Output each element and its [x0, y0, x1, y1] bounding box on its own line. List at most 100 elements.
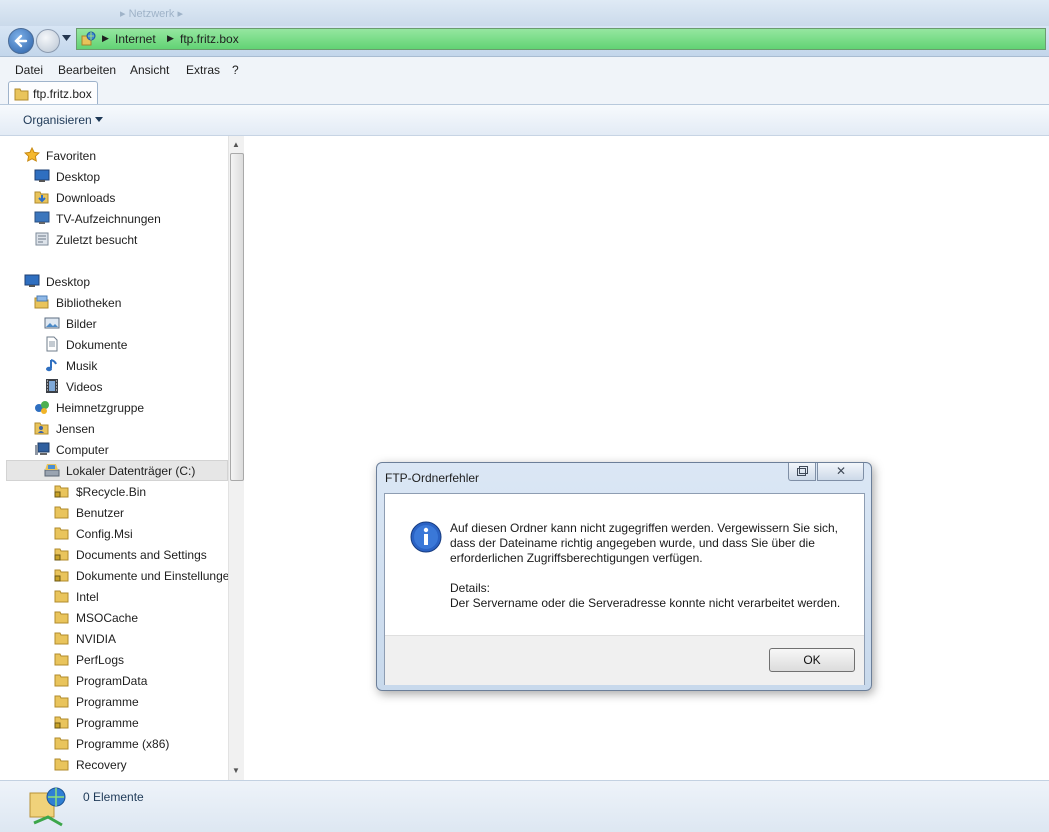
- nav-user-jensen-label: Jensen: [56, 422, 95, 436]
- nav-favorite-downloads[interactable]: Downloads: [34, 188, 224, 208]
- nav-favorite-desktop[interactable]: Desktop: [34, 167, 224, 187]
- nav-folder[interactable]: Programme: [54, 713, 228, 733]
- breadcrumb-separator-icon: ▶: [102, 33, 109, 43]
- homegroup-icon: [35, 401, 49, 414]
- nav-libraries[interactable]: Bibliotheken: [34, 293, 224, 313]
- nav-folder[interactable]: Recovery: [54, 755, 228, 775]
- scroll-up-icon[interactable]: ▲: [232, 140, 240, 149]
- network-location-icon: [81, 31, 96, 46]
- address-bar[interactable]: ▶ Internet ▶ ftp.fritz.box: [76, 28, 1046, 50]
- back-arrow-icon: [14, 34, 28, 48]
- nav-library-documents-label: Dokumente: [66, 338, 128, 352]
- nav-homegroup[interactable]: Heimnetzgruppe: [34, 398, 224, 418]
- folder-icon: [54, 653, 69, 666]
- nav-folder[interactable]: Dokumente und Einstellungen: [54, 566, 228, 586]
- nav-library-documents[interactable]: Dokumente: [44, 335, 224, 355]
- nav-local-disk-c-label: Lokaler Datenträger (C:): [66, 464, 196, 478]
- folder-icon: [54, 737, 69, 750]
- item-count: 0 Elemente: [83, 790, 144, 804]
- recent-pages-dropdown-icon[interactable]: [62, 35, 71, 41]
- nav-folder-label: MSOCache: [76, 611, 139, 625]
- tab-ftp-fritz-box[interactable]: ftp.fritz.box: [8, 81, 98, 104]
- tab-strip: ftp.fritz.box: [0, 80, 1049, 104]
- nav-folder-label: Benutzer: [76, 506, 125, 520]
- nav-folder[interactable]: ProgramData: [54, 671, 228, 691]
- breadcrumb-ftp-fritz-box[interactable]: ftp.fritz.box: [180, 32, 239, 46]
- tab-label: ftp.fritz.box: [33, 87, 92, 101]
- nav-favorite-tv-recordings[interactable]: TV-Aufzeichnungen: [34, 209, 224, 229]
- back-button[interactable]: [8, 28, 34, 54]
- nav-folder-label: Dokumente und Einstellungen: [76, 569, 228, 583]
- dialog-details-text: Der Servername oder die Serveradresse ko…: [450, 596, 841, 610]
- folder-icon: [54, 611, 69, 624]
- folder-icon: [54, 527, 69, 540]
- nav-library-music-label: Musik: [66, 359, 98, 373]
- organize-button[interactable]: Organisieren: [23, 113, 92, 127]
- nav-computer[interactable]: Computer: [34, 440, 224, 460]
- details-pane: 0 Elemente: [0, 780, 1049, 832]
- breadcrumb-internet[interactable]: Internet: [115, 32, 156, 46]
- address-row: ▶ Internet ▶ ftp.fritz.box: [0, 26, 1049, 56]
- nav-folder-label: Programme (x86): [76, 737, 170, 751]
- menu-datei[interactable]: Datei: [15, 63, 43, 77]
- nav-favorites[interactable]: Favoriten: [24, 146, 224, 166]
- documents-icon: [46, 336, 58, 352]
- nav-folder[interactable]: NVIDIA: [54, 629, 228, 649]
- dialog-restore-button[interactable]: [788, 463, 816, 481]
- scrollbar-thumb[interactable]: [230, 153, 244, 481]
- nav-favorite-downloads-label: Downloads: [56, 191, 116, 205]
- nav-library-videos-label: Videos: [66, 380, 103, 394]
- nav-folder[interactable]: Intel: [54, 587, 228, 607]
- star-icon: [24, 147, 40, 162]
- nav-folder[interactable]: MSOCache: [54, 608, 228, 628]
- dialog-body: Auf diesen Ordner kann nicht zugegriffen…: [384, 493, 865, 685]
- nav-folder[interactable]: Programme: [54, 692, 228, 712]
- nav-favorite-recent[interactable]: Zuletzt besucht: [34, 230, 224, 250]
- nav-favorites-label: Favoriten: [46, 149, 97, 163]
- dialog-close-button[interactable]: ✕: [817, 463, 864, 481]
- navpane-scrollbar[interactable]: ▲ ▼: [228, 136, 244, 780]
- nav-library-pictures[interactable]: Bilder: [44, 314, 224, 334]
- dialog-details: Details: Der Servername oder die Servera…: [450, 581, 850, 611]
- nav-folder[interactable]: Benutzer: [54, 503, 228, 523]
- nav-desktop-label: Desktop: [46, 275, 91, 289]
- nav-library-music[interactable]: Musik: [44, 356, 224, 376]
- nav-user-jensen[interactable]: Jensen: [34, 419, 224, 439]
- nav-folder-label: $Recycle.Bin: [76, 485, 147, 499]
- nav-folder[interactable]: PerfLogs: [54, 650, 228, 670]
- nav-computer-label: Computer: [56, 443, 109, 457]
- music-note-icon: [46, 359, 57, 372]
- desktop-icon: [34, 169, 50, 182]
- nav-favorite-tv-recordings-label: TV-Aufzeichnungen: [56, 212, 161, 226]
- nav-folder[interactable]: Documents and Settings: [54, 545, 228, 565]
- menu-ansicht[interactable]: Ansicht: [130, 63, 169, 77]
- nav-folder-label: Programme: [76, 695, 139, 709]
- computer-icon: [35, 442, 50, 455]
- nav-library-videos[interactable]: Videos: [44, 377, 224, 397]
- forward-button[interactable]: [36, 29, 60, 53]
- ok-button[interactable]: OK: [769, 648, 855, 672]
- nav-folder-label: NVIDIA: [76, 632, 117, 646]
- scroll-down-icon[interactable]: ▼: [232, 766, 240, 775]
- folder-icon: [54, 695, 69, 708]
- nav-folder[interactable]: Programme (x86): [54, 734, 228, 754]
- nav-library-pictures-label: Bilder: [66, 317, 97, 331]
- titlebar-ghost-text: ▸ Netzwerk ▸: [120, 8, 183, 20]
- pictures-icon: [44, 317, 60, 329]
- menu-bearbeiten[interactable]: Bearbeiten: [58, 63, 116, 77]
- nav-desktop[interactable]: Desktop: [24, 272, 224, 292]
- locked-folder-icon: [54, 485, 69, 498]
- nav-local-disk-c[interactable]: Lokaler Datenträger (C:): [6, 460, 228, 481]
- nav-folder-label: ProgramData: [76, 674, 148, 688]
- nav-libraries-label: Bibliotheken: [56, 296, 122, 310]
- nav-folder[interactable]: Config.Msi: [54, 524, 228, 544]
- command-bar: Organisieren: [0, 104, 1049, 136]
- menu-extras[interactable]: Extras: [186, 63, 220, 77]
- nav-folder[interactable]: $Recycle.Bin: [54, 482, 228, 502]
- nav-favorite-desktop-label: Desktop: [56, 170, 101, 184]
- menu-help[interactable]: ?: [232, 63, 239, 77]
- locked-folder-icon: [54, 716, 69, 729]
- menu-bar: Datei Bearbeiten Ansicht Extras ?: [0, 56, 1049, 81]
- nav-folder-label: PerfLogs: [76, 653, 125, 667]
- downloads-folder-icon: [34, 191, 49, 204]
